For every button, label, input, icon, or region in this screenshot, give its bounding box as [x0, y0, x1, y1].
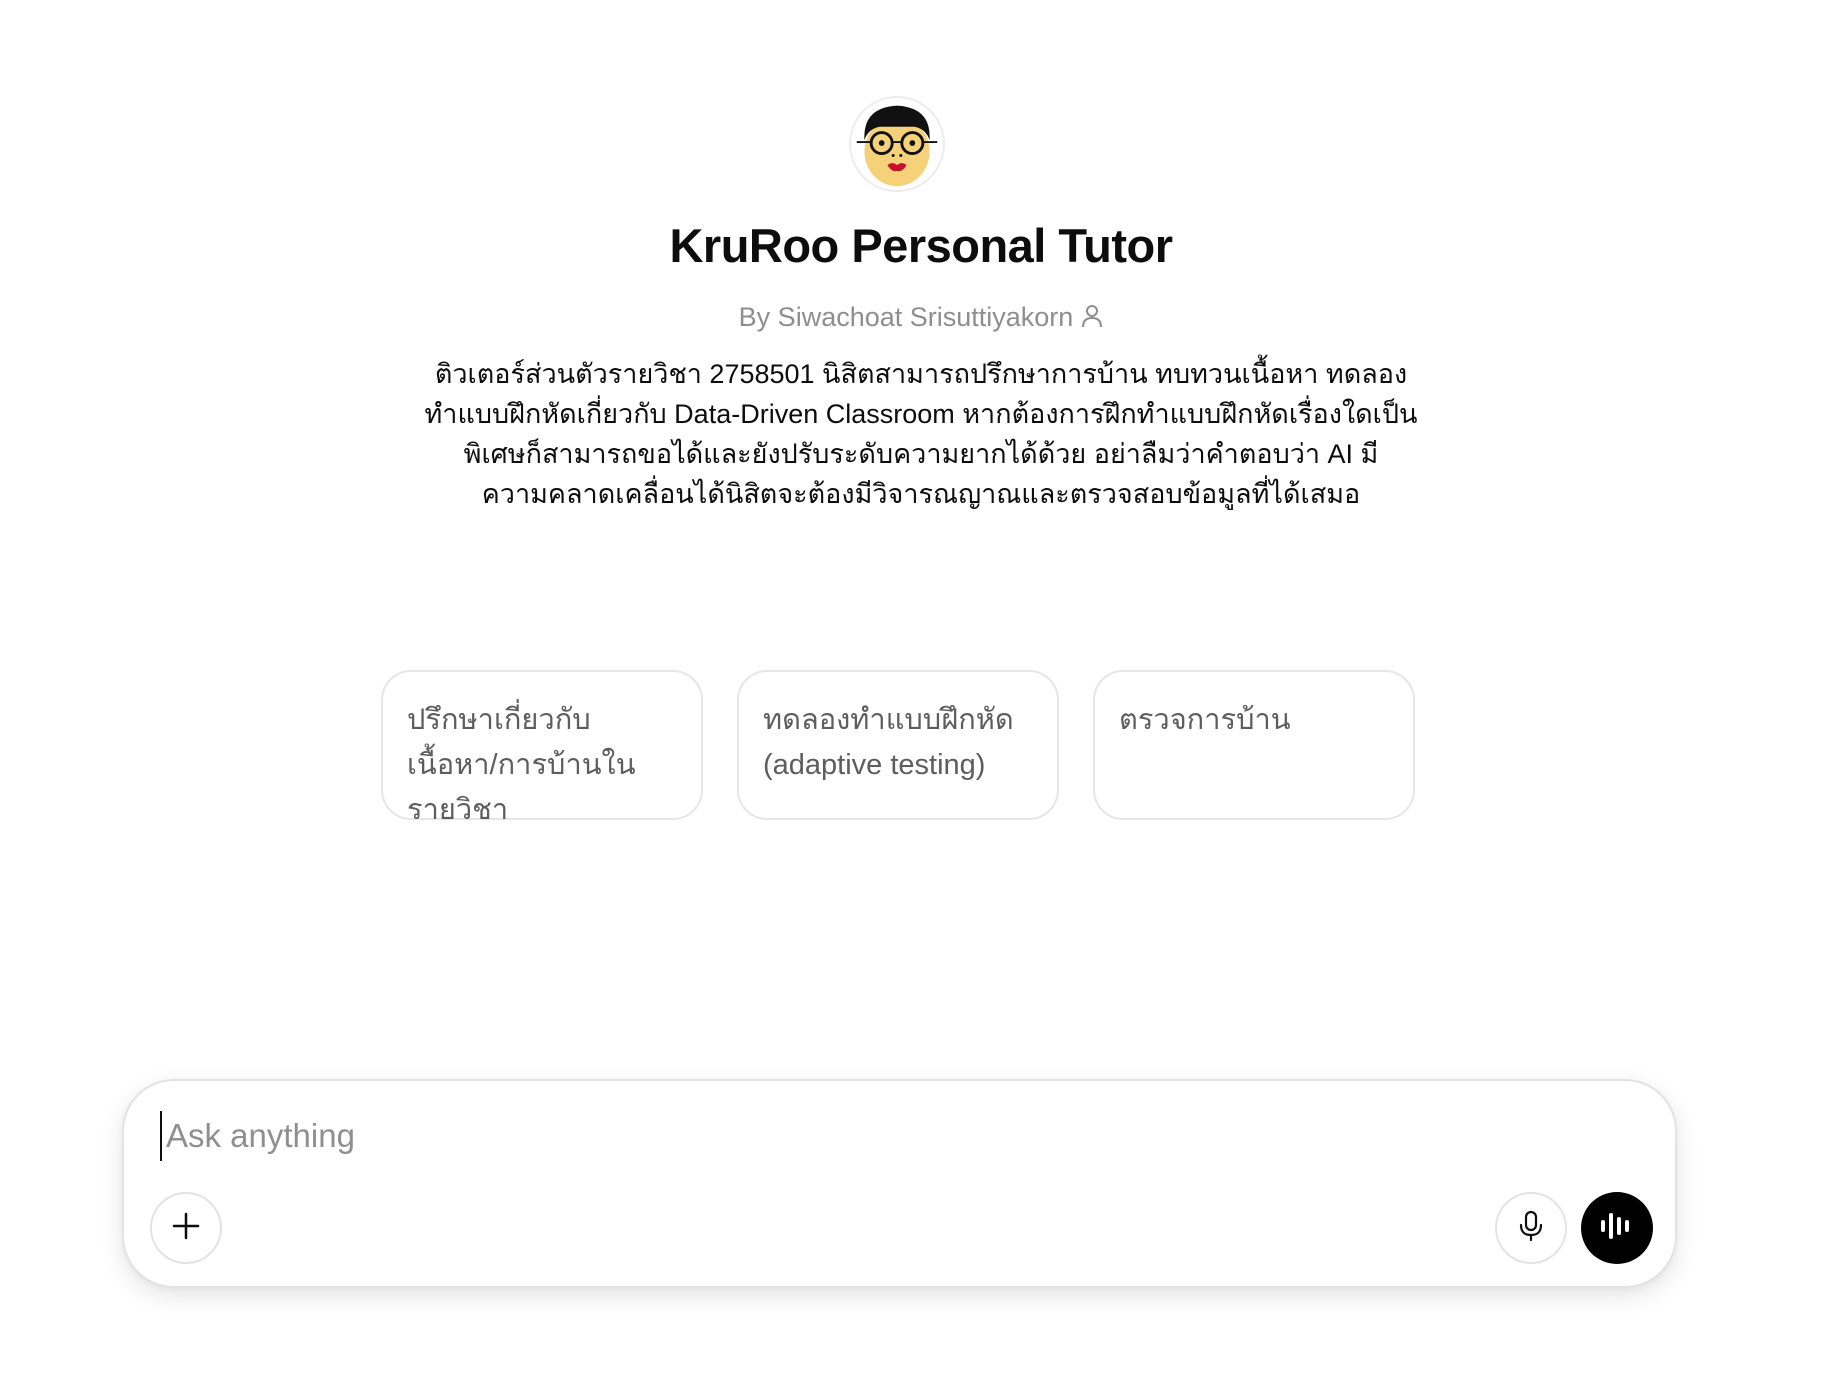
microphone-icon	[1517, 1210, 1545, 1247]
gpt-title: KruRoo Personal Tutor	[669, 219, 1173, 272]
gpt-description: ติวเตอร์ส่วนตัวรายวิชา 2758501 นิสิตสามา…	[424, 359, 1418, 509]
gpt-byline: By Siwachoat Srisuttiyakorn	[0, 302, 1842, 333]
plus-icon	[171, 1211, 201, 1246]
chat-composer	[122, 1079, 1677, 1288]
conversation-starter[interactable]: ตรวจการบ้าน	[1093, 670, 1415, 820]
conversation-starters: ปรึกษาเกี่ยวกับเนื้อหา/การบ้านในรายวิชา …	[381, 670, 1415, 826]
gpt-home-page: KruRoo Personal Tutor By Siwachoat Srisu…	[0, 0, 1842, 1386]
voice-mode-button[interactable]	[1581, 1192, 1653, 1264]
author-name: By Siwachoat Srisuttiyakorn	[738, 302, 1074, 332]
gpt-avatar	[849, 96, 945, 192]
voice-waveform-icon	[1599, 1210, 1635, 1247]
dictate-button[interactable]	[1495, 1192, 1567, 1264]
person-icon	[1081, 304, 1103, 328]
cartoon-teacher-avatar-icon	[851, 98, 943, 190]
conversation-starter[interactable]: ทดลองทำแบบฝึกหัด (adaptive testing)	[737, 670, 1059, 820]
attach-button[interactable]	[150, 1192, 222, 1264]
ask-anything-input[interactable]	[160, 1111, 1566, 1161]
conversation-starter[interactable]: ปรึกษาเกี่ยวกับเนื้อหา/การบ้านในรายวิชา	[381, 670, 703, 826]
